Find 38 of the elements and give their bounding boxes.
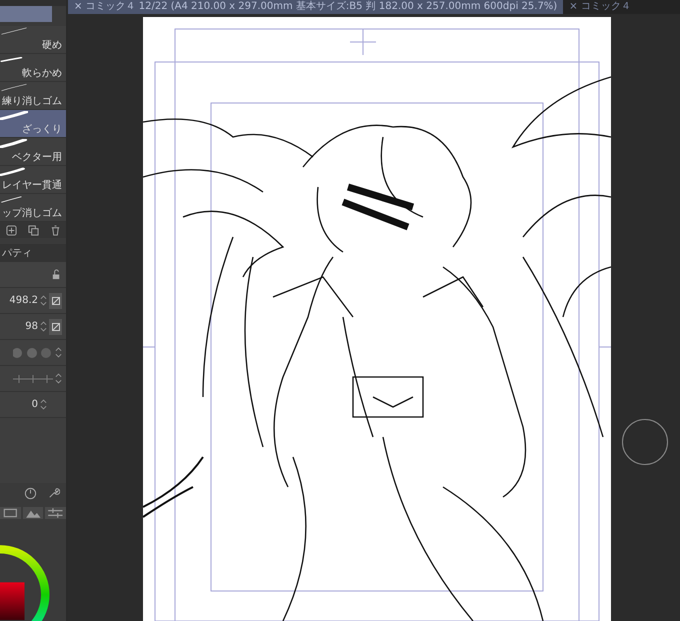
spinner-icon[interactable] bbox=[40, 294, 47, 307]
brush-tip-dots-icon[interactable] bbox=[13, 346, 53, 358]
brush-item[interactable]: 軟らかめ bbox=[0, 54, 66, 82]
tip-shape-icon[interactable] bbox=[13, 372, 53, 384]
angle-value[interactable]: 0 bbox=[32, 399, 38, 410]
panel-header-bar bbox=[0, 6, 52, 22]
link-button[interactable] bbox=[49, 292, 62, 308]
value-field[interactable]: 498.2 bbox=[9, 295, 38, 306]
value-field[interactable]: 98 bbox=[25, 321, 38, 332]
lock-icon[interactable] bbox=[51, 269, 62, 280]
wrench-icon[interactable] bbox=[47, 486, 60, 500]
brush-cursor-icon bbox=[622, 419, 668, 465]
document-tab[interactable]: × コミック４ 12/22 (A4 210.00 x 297.00mm 基本サイズ:B5 判 182.00 x 257.00mm 600dpi 25.7%) bbox=[68, 0, 564, 14]
copy-icon[interactable] bbox=[28, 224, 38, 236]
timer-icon[interactable] bbox=[24, 486, 37, 500]
mountain-tab-icon[interactable] bbox=[22, 507, 44, 519]
brush-stroke-icon bbox=[0, 139, 28, 148]
brush-stroke-icon bbox=[0, 83, 28, 92]
brush-stroke-icon bbox=[0, 111, 28, 120]
brush-item[interactable]: 硬め bbox=[0, 26, 66, 54]
spinner-icon[interactable] bbox=[55, 372, 62, 385]
brush-item[interactable]: 練り消しゴム bbox=[0, 82, 66, 110]
brush-item[interactable]: ざっくり bbox=[0, 110, 66, 138]
brush-item[interactable]: レイヤー貫通 bbox=[0, 166, 66, 194]
spinner-icon[interactable] bbox=[40, 320, 47, 333]
brush-stroke-icon bbox=[0, 27, 28, 36]
brush-item[interactable]: ップ消しゴム bbox=[0, 194, 66, 222]
sliders-tab-icon[interactable] bbox=[45, 507, 66, 519]
spinner-icon[interactable] bbox=[40, 398, 47, 411]
brush-item[interactable]: ベクター用 bbox=[0, 138, 66, 166]
slash-square-icon bbox=[52, 322, 60, 330]
trash-icon[interactable] bbox=[50, 224, 60, 236]
add-icon[interactable] bbox=[6, 224, 16, 236]
spinner-icon[interactable] bbox=[55, 346, 62, 359]
color-set-tab-icon[interactable] bbox=[0, 507, 21, 519]
slash-square-icon bbox=[52, 296, 60, 304]
brush-stroke-icon bbox=[0, 167, 28, 176]
link-button[interactable] bbox=[49, 318, 62, 334]
